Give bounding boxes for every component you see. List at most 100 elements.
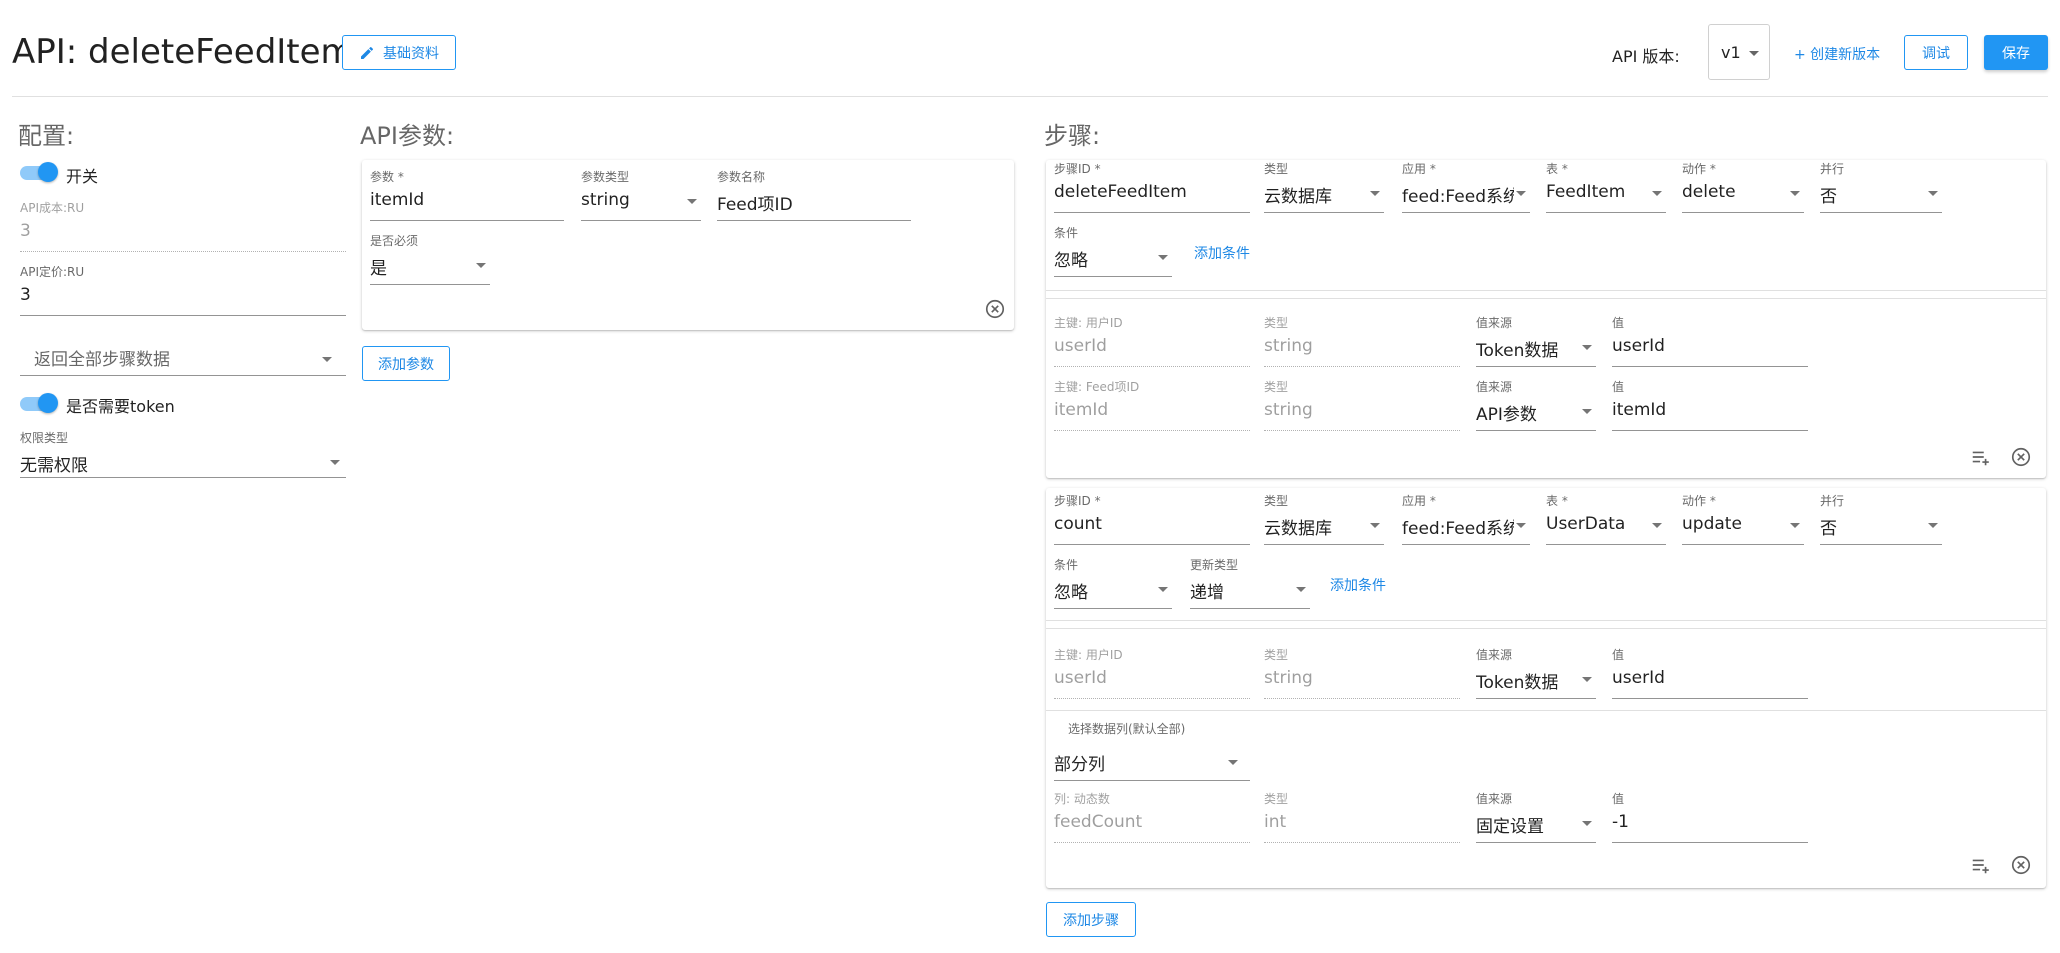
step-id-label: 步骤ID *: [1054, 494, 1101, 508]
create-version-button[interactable]: + 创建新版本: [1794, 44, 1880, 64]
key-type-value: string: [1264, 336, 1313, 356]
basic-info-label: 基础资料: [383, 45, 439, 62]
value-source-label: 值来源: [1476, 648, 1513, 662]
api-price-label: API定价:RU: [20, 265, 85, 279]
chevron-down-icon: [1296, 587, 1306, 592]
pencil-icon: [361, 46, 374, 59]
api-cost-label: API成本:RU: [20, 201, 85, 215]
api-version-select[interactable]: v1: [1708, 24, 1770, 80]
step-id-value: deleteFeedItem: [1054, 182, 1187, 202]
chevron-down-icon: [1790, 523, 1800, 528]
chevron-down-icon: [1928, 191, 1938, 196]
step-type-label: 类型: [1264, 494, 1289, 508]
remove-param-icon[interactable]: [984, 298, 1006, 320]
value-source-value: API参数: [1476, 405, 1537, 425]
add-condition-button[interactable]: 添加条件: [1330, 575, 1386, 595]
value-value: userId: [1612, 336, 1665, 356]
divider: [1046, 710, 2046, 711]
value-label: 值: [1612, 792, 1625, 806]
step-action-label: 动作 *: [1682, 162, 1716, 176]
value-source-value: Token数据: [1476, 341, 1559, 361]
param-type-label: 参数类型: [581, 170, 630, 184]
value-source-label: 值来源: [1476, 380, 1513, 394]
value-label: 值: [1612, 316, 1625, 330]
basic-info-button[interactable]: 基础资料: [342, 35, 456, 70]
params-title: API参数:: [360, 122, 455, 150]
key-value: userId: [1054, 336, 1107, 356]
add-step-button[interactable]: 添加步骤: [1046, 902, 1136, 937]
param-display-name-label: 参数名称: [717, 170, 766, 184]
step-action-value: update: [1682, 514, 1742, 534]
step-card: 步骤ID * count 类型 云数据库 应用 * feed:Feed系统 表 …: [1046, 488, 2046, 888]
chevron-down-icon: [1516, 523, 1526, 528]
api-version-label: API 版本:: [1612, 47, 1680, 66]
remove-step-icon[interactable]: [2010, 854, 2032, 876]
param-card: 参数 * itemId 参数类型 string 参数名称 Feed项ID 是否必…: [362, 160, 1014, 330]
step-condition-label: 条件: [1054, 226, 1079, 240]
page-title: API: deleteFeedItem: [12, 32, 354, 72]
divider: [1046, 298, 2046, 299]
step-condition-value: 忽略: [1054, 251, 1088, 271]
step-table-label: 表 *: [1546, 494, 1568, 508]
remove-step-icon[interactable]: [2010, 446, 2032, 468]
step-action-value: delete: [1682, 182, 1736, 202]
divider: [1046, 290, 2046, 291]
step-action-label: 动作 *: [1682, 494, 1716, 508]
step-parallel-label: 并行: [1820, 494, 1845, 508]
param-label: 参数 *: [370, 170, 404, 184]
token-switch[interactable]: [20, 393, 58, 413]
step-app-value: feed:Feed系统: [1402, 187, 1514, 207]
param-display-name-value: Feed项ID: [717, 195, 793, 215]
add-condition-button[interactable]: 添加条件: [1194, 243, 1250, 263]
step-type-label: 类型: [1264, 162, 1289, 176]
param-value: itemId: [370, 190, 425, 210]
value-source-value: Token数据: [1476, 673, 1559, 693]
step-parallel-value: 否: [1820, 187, 1837, 207]
step-app-label: 应用 *: [1402, 494, 1436, 508]
add-row-icon[interactable]: [1970, 854, 1992, 876]
return-data-value: 返回全部步骤数据: [34, 350, 170, 370]
step-parallel-label: 并行: [1820, 162, 1845, 176]
chevron-down-icon: [1790, 191, 1800, 196]
add-row-icon[interactable]: [1970, 446, 1992, 468]
key-label: 主键: 用户ID: [1054, 648, 1123, 662]
param-required-label: 是否必须: [370, 234, 419, 248]
key-type-label: 类型: [1264, 380, 1289, 394]
update-type-label: 更新类型: [1190, 558, 1239, 572]
add-param-button[interactable]: 添加参数: [362, 346, 450, 381]
enable-switch[interactable]: [20, 162, 58, 182]
key-label: 主键: Feed项ID: [1054, 380, 1140, 394]
enable-switch-label: 开关: [66, 167, 99, 186]
step-id-label: 步骤ID *: [1054, 162, 1101, 176]
value-value: itemId: [1612, 400, 1667, 420]
api-version-value: v1: [1721, 43, 1741, 62]
step-table-value: UserData: [1546, 514, 1626, 534]
value-value: -1: [1612, 812, 1629, 832]
column-value: feedCount: [1054, 812, 1143, 832]
value-source-label: 值来源: [1476, 792, 1513, 806]
chevron-down-icon: [1652, 191, 1662, 196]
key-type-label: 类型: [1264, 316, 1289, 330]
chevron-down-icon: [687, 199, 697, 204]
step-id-value: count: [1054, 514, 1102, 534]
step-type-value: 云数据库: [1264, 187, 1332, 207]
step-condition-value: 忽略: [1054, 583, 1088, 603]
param-required-value: 是: [370, 259, 387, 279]
step-type-value: 云数据库: [1264, 519, 1332, 539]
chevron-down-icon: [476, 263, 486, 268]
update-type-value: 递增: [1190, 583, 1224, 603]
value-source-label: 值来源: [1476, 316, 1513, 330]
debug-button[interactable]: 调试: [1904, 35, 1968, 70]
chevron-down-icon: [1582, 677, 1592, 682]
chevron-down-icon: [1582, 821, 1592, 826]
steps-title: 步骤:: [1044, 122, 1101, 150]
columns-label: 选择数据列(默认全部): [1068, 722, 1186, 736]
chevron-down-icon: [1582, 409, 1592, 414]
column-type-value: int: [1264, 812, 1287, 832]
chevron-down-icon: [322, 357, 332, 362]
token-switch-label: 是否需要token: [66, 397, 175, 416]
config-title: 配置:: [18, 122, 75, 150]
save-button[interactable]: 保存: [1984, 35, 2048, 70]
chevron-down-icon: [1228, 760, 1238, 765]
value-label: 值: [1612, 380, 1625, 394]
